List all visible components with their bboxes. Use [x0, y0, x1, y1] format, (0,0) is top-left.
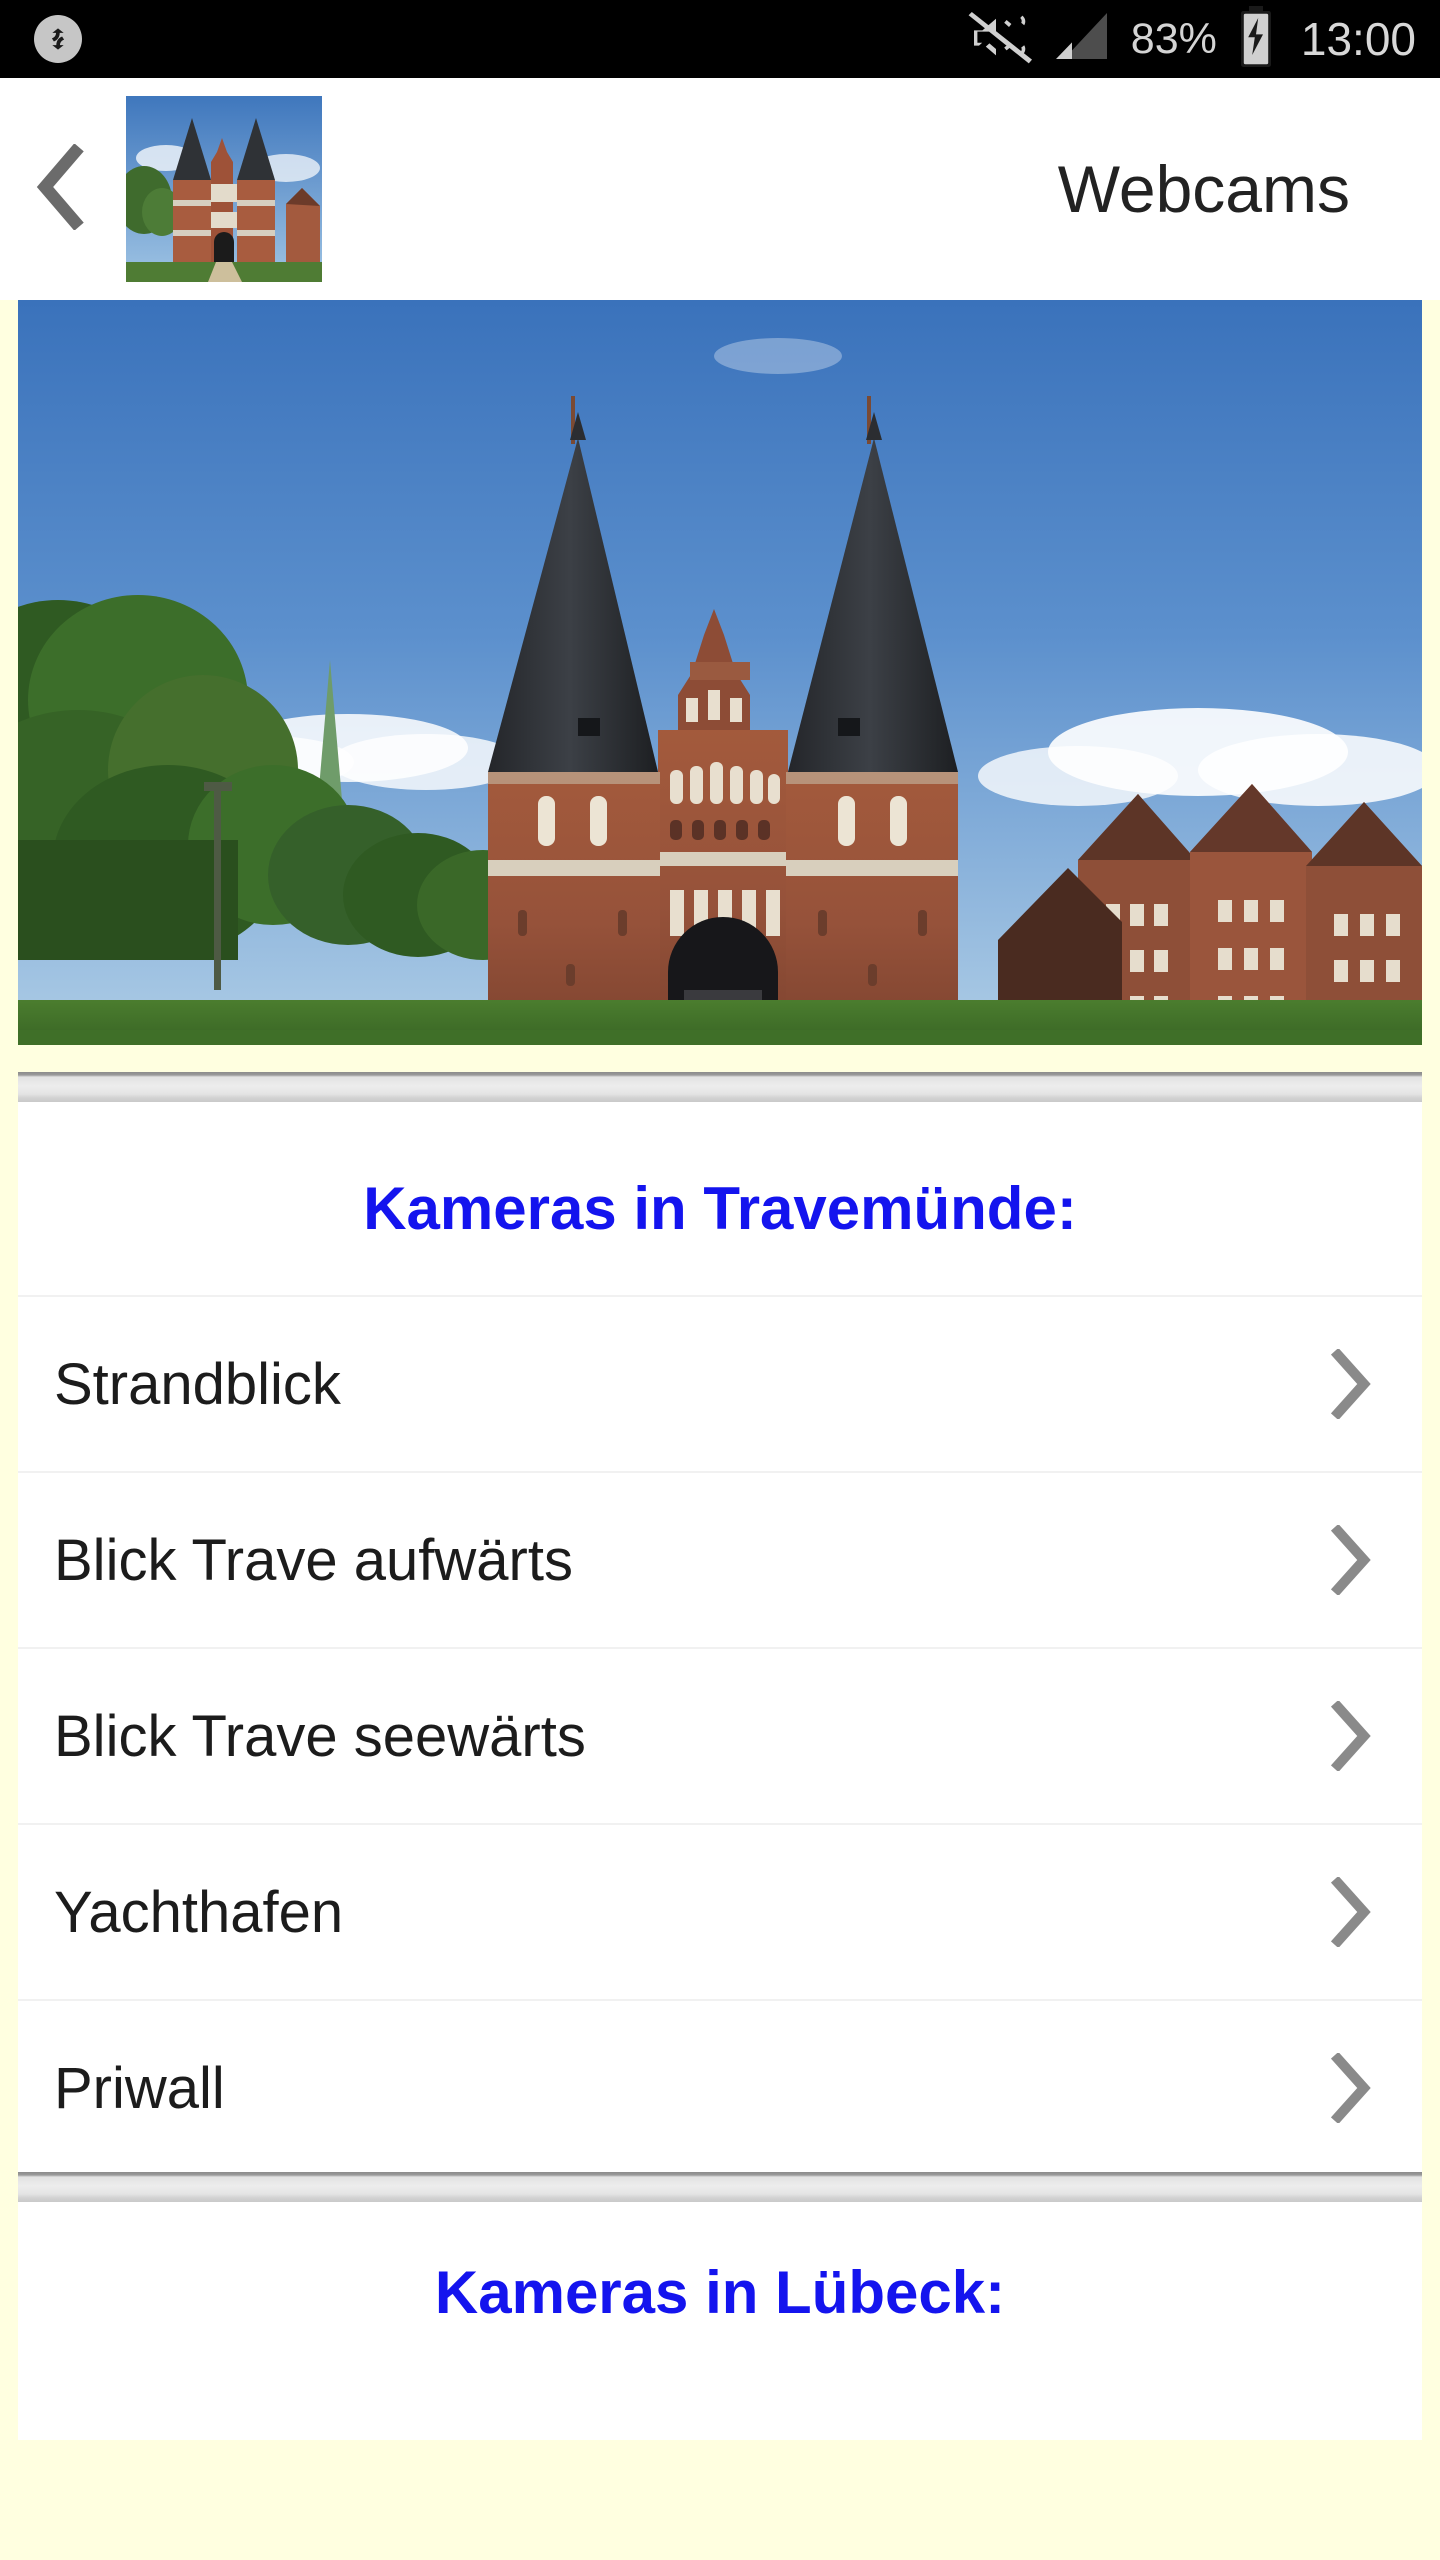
section-travemuende: Kameras in Travemünde: Strandblick Blick…: [18, 1102, 1422, 2172]
clock-label: 13:00: [1300, 13, 1416, 65]
back-button[interactable]: [0, 78, 120, 300]
chevron-right-icon: [1316, 1349, 1386, 1419]
section-heading-luebeck: Kameras in Lübeck:: [434, 2259, 1006, 2326]
chevron-right-icon: [1316, 2053, 1386, 2123]
list-item[interactable]: Blick Trave aufwärts: [18, 1471, 1422, 1647]
section-divider: [18, 1072, 1422, 1102]
list-item-label: Yachthafen: [54, 1879, 344, 1945]
chevron-left-icon: [31, 142, 89, 235]
status-bar-left: [34, 15, 82, 63]
status-bar-right: 83% 13:00: [965, 5, 1416, 74]
signal-bars-icon: [1053, 8, 1115, 71]
hero-image[interactable]: [18, 300, 1422, 1045]
list-item-label: Blick Trave seewärts: [54, 1703, 586, 1769]
volume-muted-icon: [965, 8, 1037, 71]
section-heading-travemuende: Kameras in Travemünde:: [363, 1175, 1077, 1242]
battery-charging-icon: [1233, 5, 1279, 74]
app-screen: 83% 13:00 Webcams Kameras in Travemünde:…: [0, 0, 1440, 2560]
list-item-label: Strandblick: [54, 1351, 341, 1417]
chevron-right-icon: [1316, 1525, 1386, 1595]
section-luebeck: Kameras in Lübeck:: [18, 2202, 1422, 2440]
page-title: Webcams: [1057, 152, 1350, 226]
list-item[interactable]: Priwall: [18, 1999, 1422, 2175]
webcam-list-travemuende: Strandblick Blick Trave aufwärts Blick T…: [18, 1295, 1422, 2175]
list-item[interactable]: Blick Trave seewärts: [18, 1647, 1422, 1823]
list-item-label: Priwall: [54, 2055, 225, 2121]
list-item[interactable]: Yachthafen: [18, 1823, 1422, 1999]
sync-icon: [34, 15, 82, 63]
holstentor-thumbnail[interactable]: [126, 96, 322, 282]
app-header: Webcams: [0, 78, 1440, 300]
list-item-label: Blick Trave aufwärts: [54, 1527, 573, 1593]
section-divider: [18, 2172, 1422, 2202]
chevron-right-icon: [1316, 1877, 1386, 1947]
status-bar: 83% 13:00: [0, 0, 1440, 78]
list-item[interactable]: Strandblick: [18, 1295, 1422, 1471]
battery-percent-label: 83%: [1130, 14, 1217, 63]
chevron-right-icon: [1316, 1701, 1386, 1771]
